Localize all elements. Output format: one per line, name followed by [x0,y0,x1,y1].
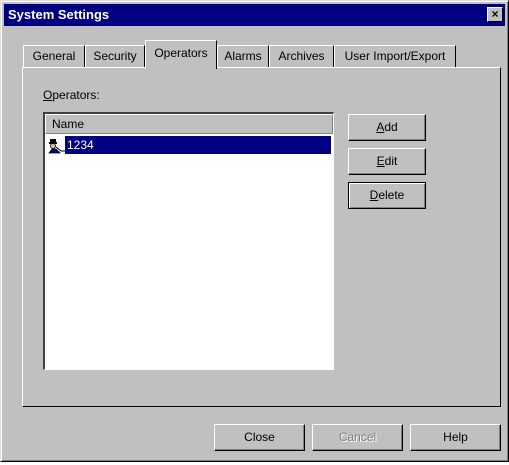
delete-button[interactable]: Delete [348,182,426,209]
tab-user-import-export[interactable]: User Import/Export [334,45,456,67]
add-button[interactable]: Add [348,114,426,141]
tab-security-label: Security [93,49,137,63]
operator-icon [48,139,65,154]
tab-archives[interactable]: Archives [269,45,334,67]
title-bar[interactable]: System Settings × [4,4,505,26]
tab-archives-label: Archives [278,49,325,63]
tab-alarms[interactable]: Alarms [217,45,269,67]
operators-tab-panel: Operators: Name 1234 Add Edit Delete [22,67,501,407]
operator-name: 1234 [65,136,331,154]
column-header-name[interactable]: Name [45,114,333,134]
tab-general[interactable]: General [23,45,85,67]
tab-security[interactable]: Security [85,45,145,67]
tab-alarms-label: Alarms [224,49,262,63]
edit-button[interactable]: Edit [348,148,426,175]
tab-general-label: General [32,49,76,63]
help-button[interactable]: Help [410,424,501,451]
operators-list[interactable]: Name 1234 [43,112,334,370]
window-title: System Settings [8,7,110,22]
tab-user-import-export-label: User Import/Export [344,49,446,63]
tab-operators[interactable]: Operators [145,40,217,69]
tab-operators-label: Operators [154,46,208,60]
cancel-button: Cancel [312,424,403,451]
close-icon[interactable]: × [487,7,503,22]
list-item[interactable]: 1234 [45,136,331,154]
operators-label: Operators: [43,88,100,102]
system-settings-dialog: System Settings × General Security Opera… [0,0,509,462]
close-button[interactable]: Close [214,424,305,451]
